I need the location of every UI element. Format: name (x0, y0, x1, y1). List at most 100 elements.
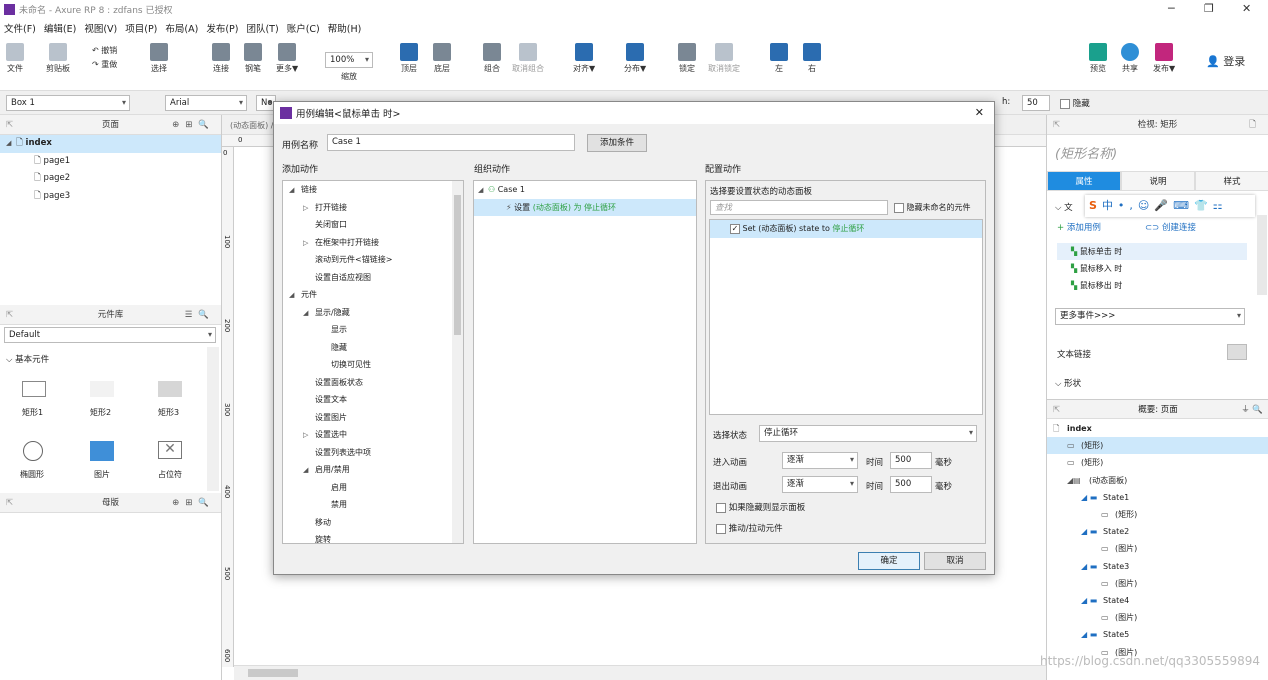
note-icon[interactable]: 🗋 (1249, 115, 1262, 135)
page-item-index[interactable]: ◢ 🗋 index (0, 135, 221, 153)
create-link[interactable]: ⊂⊃ 创建连接 (1145, 221, 1196, 233)
outline-item[interactable]: ◢ ▬ State3 (1047, 558, 1268, 575)
menu-item[interactable]: 帮助(H) (328, 21, 362, 35)
publish-button[interactable]: 发布▼ (1153, 43, 1175, 74)
menu-item[interactable]: 编辑(E) (44, 21, 76, 35)
zoom-select[interactable]: 100% (325, 52, 373, 68)
action-item[interactable]: ▷ 打开链接 (283, 199, 463, 217)
menu-item[interactable]: 布局(A) (165, 21, 198, 35)
action-item[interactable]: 显示 (283, 321, 463, 339)
action-item[interactable]: 设置图片 (283, 409, 463, 427)
show-if-hidden-checkbox[interactable]: 如果隐藏则显示面板 (716, 501, 805, 513)
lock-button[interactable]: 锁定 (678, 43, 696, 74)
widget-name-select[interactable]: Box 1 (6, 95, 130, 111)
distribute-button[interactable]: 分布▼ (624, 43, 646, 74)
tab-notes[interactable]: 说明 (1121, 171, 1195, 191)
close-icon[interactable]: ✕ (1242, 2, 1251, 15)
action-item[interactable]: ◢ 显示/隐藏 (283, 304, 463, 322)
redo-button[interactable]: ↷ 重做 (92, 59, 117, 70)
login-button[interactable]: 👤 登录 (1206, 53, 1245, 69)
add-case-link[interactable]: + 添加用例 (1057, 221, 1101, 233)
page-item-page1[interactable]: 🗋 page1 (0, 153, 221, 171)
share-button[interactable]: 共享 (1121, 43, 1139, 74)
expand-arrow-icon[interactable]: ▷ (303, 427, 313, 445)
height-input[interactable]: 50 (1022, 95, 1050, 111)
state-select[interactable]: 停止循环 (759, 425, 977, 442)
action-item[interactable]: 滚动到元件<锚链接> (283, 251, 463, 269)
rect1-widget-icon[interactable] (22, 381, 46, 397)
checked-checkbox[interactable]: ✓ (730, 223, 740, 234)
minimize-icon[interactable]: ─ (1168, 2, 1175, 15)
action-item[interactable]: ◢ 链接 (283, 181, 463, 199)
bring-top-button[interactable]: 顶层 (400, 43, 418, 74)
event-mouseleave[interactable]: ▚ 鼠标移出 时 (1057, 277, 1247, 294)
cancel-button[interactable]: 取消 (924, 552, 986, 570)
scroll-thumb[interactable] (248, 669, 298, 677)
filter-icon[interactable]: ⏚ 🔍 (1241, 400, 1263, 420)
expand-arrow-icon[interactable]: ▷ (303, 235, 313, 253)
outline-item[interactable]: 🗋 index (1047, 420, 1268, 437)
action-item[interactable]: ▷ 设置选中 (283, 426, 463, 444)
text-link-button[interactable] (1227, 344, 1247, 360)
action-item[interactable]: ◢ 元件 (283, 286, 463, 304)
hidden-checkbox[interactable]: 隐藏 (1060, 97, 1090, 109)
maximize-icon[interactable]: ❐ (1204, 2, 1214, 15)
action-item[interactable]: ◢ 启用/禁用 (283, 461, 463, 479)
action-item[interactable]: 设置文本 (283, 391, 463, 409)
expand-arrow-icon[interactable]: ◢ (289, 287, 299, 305)
undo-button[interactable]: ↶ 撤销 (92, 45, 117, 56)
action-item[interactable]: 设置列表选中项 (283, 444, 463, 462)
expand-arrow-icon[interactable]: ◢ (303, 462, 313, 480)
interactions-group[interactable]: ⌵ 文 (1055, 201, 1073, 213)
page-item-page2[interactable]: 🗋 page2 (0, 170, 221, 188)
action-item[interactable]: 隐藏 (283, 339, 463, 357)
align-button[interactable]: 对齐▼ (573, 43, 595, 74)
connect-button[interactable]: 连接 (212, 43, 230, 74)
action-tree-scrollbar[interactable] (452, 181, 463, 543)
font-select[interactable]: Arial (165, 95, 247, 111)
send-bottom-button[interactable]: 底层 (433, 43, 451, 74)
tab-style[interactable]: 样式 (1195, 171, 1268, 191)
action-item[interactable]: 移动 (283, 514, 463, 532)
outline-item[interactable]: ▭ (图片) (1047, 540, 1268, 557)
library-group[interactable]: ⌵ 基本元件 (6, 353, 49, 365)
library-select[interactable]: Default (4, 327, 216, 343)
menu-item[interactable]: 发布(P) (206, 21, 238, 35)
menu-item[interactable]: 项目(P) (125, 21, 157, 35)
outline-item[interactable]: ▭ (图片) (1047, 575, 1268, 592)
image-widget-icon[interactable] (90, 441, 114, 461)
exit-anim-select[interactable]: 逐渐 (782, 476, 858, 493)
search-input[interactable]: 查找 (710, 200, 888, 215)
group-button[interactable]: 组合 (483, 43, 501, 74)
align-right-button[interactable]: 右 (803, 43, 821, 74)
action-item[interactable]: 关闭窗口 (283, 216, 463, 234)
outline-item[interactable]: ◢ ▬ State4 (1047, 592, 1268, 609)
enter-anim-select[interactable]: 逐渐 (782, 452, 858, 469)
action-node[interactable]: ⚡ 设置 (动态面板) 为 停止循环 (474, 198, 696, 216)
ellipse-widget-icon[interactable] (23, 441, 43, 461)
outline-item[interactable]: ◢ ▬ State1 (1047, 489, 1268, 506)
action-item[interactable]: 禁用 (283, 496, 463, 514)
hide-unnamed-checkbox[interactable]: 隐藏未命名的元件 (894, 202, 971, 213)
menu-item[interactable]: 文件(F) (4, 21, 36, 35)
pen-button[interactable]: 钢笔 (244, 43, 262, 74)
ime-toolbar[interactable]: S中•,☺🎤⌨👕⚏ (1085, 195, 1255, 217)
preview-button[interactable]: 预览 (1089, 43, 1107, 74)
expand-arrow-icon[interactable]: ◢ (289, 182, 299, 200)
page-actions[interactable]: ⊕⊞🔍 (172, 115, 215, 135)
action-item[interactable]: 设置自适应视图 (283, 269, 463, 287)
outline-item[interactable]: ◢▤ (动态面板) (1047, 472, 1268, 489)
action-item[interactable]: ▷ 在框架中打开链接 (283, 234, 463, 252)
outline-item[interactable]: ◢ ▬ State5 (1047, 626, 1268, 643)
case-name-input[interactable]: Case 1 (327, 134, 575, 151)
tab-properties[interactable]: 属性 (1047, 171, 1121, 191)
canvas-tab[interactable]: (动态面板) / (230, 120, 273, 131)
push-pull-checkbox[interactable]: 推动/拉动元件 (716, 522, 783, 534)
inspector-scrollbar[interactable] (1257, 215, 1267, 295)
menu-item[interactable]: 账户(C) (287, 21, 320, 35)
select-button[interactable]: 选择 (150, 43, 168, 74)
align-left-button[interactable]: 左 (770, 43, 788, 74)
file-button[interactable]: 文件 (6, 43, 24, 74)
expand-arrow-icon[interactable]: ◢ (303, 305, 313, 323)
menu-item[interactable]: 视图(V) (84, 21, 117, 35)
